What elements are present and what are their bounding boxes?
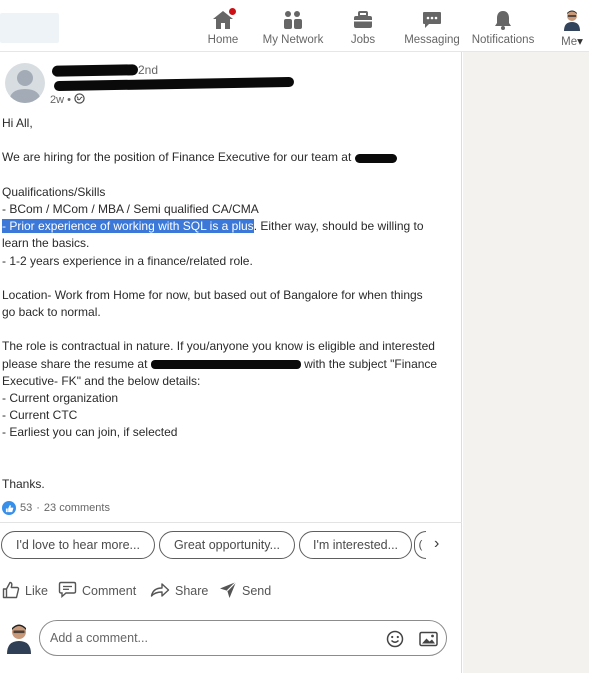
author-headline-redacted xyxy=(53,76,295,92)
nav-notifications[interactable]: Notifications xyxy=(472,8,534,50)
notification-badge xyxy=(227,6,238,17)
comment-button[interactable]: Comment xyxy=(58,579,136,603)
comment-input[interactable] xyxy=(50,629,370,647)
bell-icon xyxy=(490,8,516,32)
chevron-down-icon: ▾ xyxy=(577,36,583,48)
home-icon xyxy=(210,6,238,32)
suggestion-chip[interactable]: I'd love to hear more... xyxy=(1,531,155,559)
send-button[interactable]: Send xyxy=(219,579,271,603)
globe-icon xyxy=(74,93,85,107)
author-name-redacted[interactable] xyxy=(51,64,139,77)
network-icon xyxy=(280,8,306,32)
nav-me[interactable]: Me▾ xyxy=(556,8,588,50)
search-bar[interactable] xyxy=(0,13,59,43)
nav-my-network-label: My Network xyxy=(262,34,324,46)
like-button[interactable]: Like xyxy=(2,579,48,603)
author-avatar[interactable] xyxy=(5,63,45,103)
nav-me-label: Me▾ xyxy=(561,36,583,48)
nav-messaging[interactable]: Messaging xyxy=(404,8,460,50)
suggested-replies: I'd love to hear more... Great opportuni… xyxy=(0,531,462,559)
emoji-icon[interactable] xyxy=(385,629,405,649)
company-name-redacted xyxy=(354,153,397,163)
right-rail xyxy=(463,52,589,673)
post-line: - Earliest you can join, if selected xyxy=(2,425,178,440)
image-icon[interactable] xyxy=(418,629,438,649)
suggestion-chip[interactable]: I'm interested... xyxy=(299,531,412,559)
post-line: - BCom / MCom / MBA / Semi qualified CA/… xyxy=(2,201,259,216)
connection-degree: 2nd xyxy=(138,63,159,77)
post-line: please share the resume at with the subj… xyxy=(2,356,438,371)
share-button[interactable]: Share xyxy=(150,579,208,603)
nav-jobs-label: Jobs xyxy=(350,34,376,46)
social-counts: 53 · 23 comments xyxy=(2,501,110,515)
post-timestamp: 2w • xyxy=(50,93,85,107)
reaction-count[interactable]: 53 xyxy=(20,502,32,514)
nav-home[interactable]: Home xyxy=(205,6,241,50)
post-line: Executive- FK" and the below details: xyxy=(2,373,201,388)
post-line: Thanks. xyxy=(2,476,45,491)
post-text: Hi All, We are hiring for the position o… xyxy=(2,115,452,493)
nav-notifications-label: Notifications xyxy=(471,34,535,46)
nav-my-network[interactable]: My Network xyxy=(262,8,324,50)
nav-home-label: Home xyxy=(207,34,239,46)
post-line: The role is contractual in nature. If yo… xyxy=(2,339,435,354)
post-line: go back to normal. xyxy=(2,305,101,320)
comment-composer[interactable] xyxy=(39,620,447,656)
post-line: - Current CTC xyxy=(2,408,78,423)
suggestion-chip[interactable]: Great opportunity... xyxy=(159,531,295,559)
messaging-icon xyxy=(419,8,445,32)
top-nav: Home My Network Jobs Messaging Notificat… xyxy=(0,0,589,52)
chevron-right-icon[interactable]: › xyxy=(434,535,439,553)
comment-count[interactable]: 23 comments xyxy=(44,502,110,514)
post-line: Location- Work from Home for now, but ba… xyxy=(2,287,423,302)
post-line: Hi All, xyxy=(2,116,33,130)
suggestion-chip-partial[interactable]: ( xyxy=(414,531,426,559)
nav-jobs[interactable]: Jobs xyxy=(348,8,378,50)
avatar xyxy=(559,8,585,32)
email-redacted[interactable] xyxy=(150,359,301,369)
like-reaction-icon xyxy=(2,501,16,515)
divider xyxy=(0,522,462,523)
viewer-avatar xyxy=(6,622,32,654)
thumbs-up-icon xyxy=(2,581,20,602)
send-icon xyxy=(219,581,237,602)
post-line: learn the basics. xyxy=(2,236,90,251)
briefcase-icon xyxy=(350,8,376,32)
post-line: - Prior experience of working with SQL i… xyxy=(2,219,424,234)
post-card: 2nd 2w • Hi All, We are hiring for the p… xyxy=(0,52,462,673)
post-line: - Current organization xyxy=(2,391,119,405)
post-line: - 1-2 years experience in a finance/rela… xyxy=(2,253,253,268)
nav-messaging-label: Messaging xyxy=(404,34,460,46)
share-icon xyxy=(150,582,170,601)
post-actions: Like Comment Share Send xyxy=(0,579,462,605)
comment-icon xyxy=(58,581,77,601)
highlighted-text: Prior experience of working with SQL is … xyxy=(9,219,254,234)
post-line: We are hiring for the position of Financ… xyxy=(2,149,452,166)
post-line: Qualifications/Skills xyxy=(2,184,106,199)
